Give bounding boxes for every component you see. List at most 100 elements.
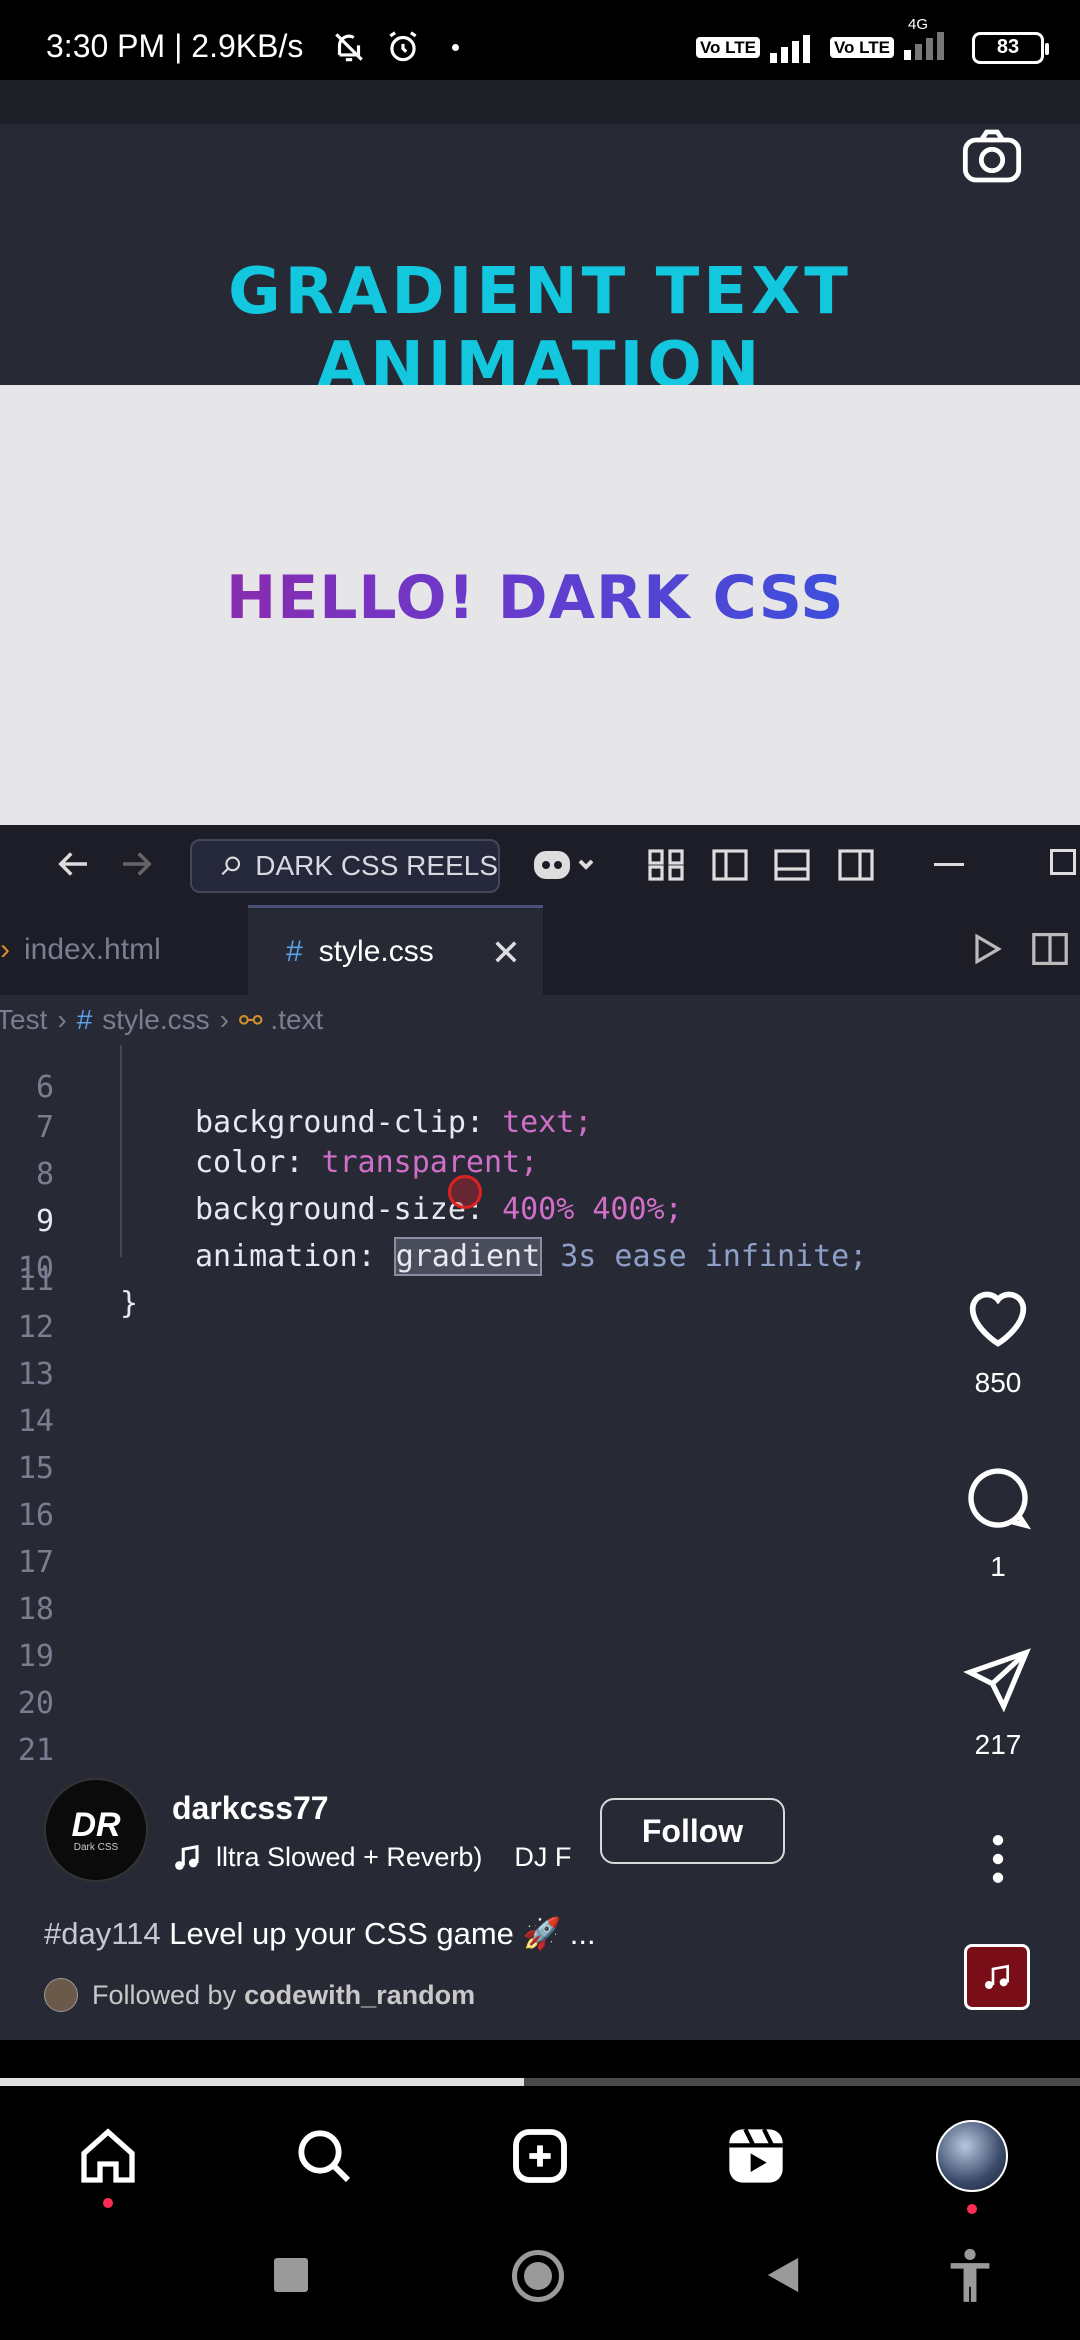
music-note-icon bbox=[175, 1844, 199, 1870]
layout-icon bbox=[646, 845, 686, 885]
line-number: 18 bbox=[17, 1592, 54, 1627]
mute-icon bbox=[330, 28, 368, 71]
back-button[interactable] bbox=[764, 2254, 802, 2301]
split-editor-icon bbox=[1030, 931, 1070, 972]
code-line: 18 bbox=[0, 1592, 1080, 1639]
author-avatar[interactable]: DR Dark CSS bbox=[44, 1778, 148, 1882]
code-line: 17 bbox=[0, 1545, 1080, 1592]
code-line: 11 bbox=[0, 1263, 1080, 1310]
author-logo-sub: Dark CSS bbox=[73, 1841, 119, 1853]
signal-icon-2: 4G bbox=[904, 16, 962, 65]
nav-home[interactable] bbox=[72, 2120, 144, 2208]
follow-button[interactable]: Follow bbox=[600, 1798, 785, 1864]
send-icon bbox=[963, 1648, 1031, 1713]
followed-by[interactable]: Followed by codewith_random bbox=[44, 1978, 475, 2012]
author-logo: DR bbox=[71, 1805, 121, 1844]
nav-reels[interactable] bbox=[720, 2120, 792, 2192]
comment-count: 1 bbox=[990, 1551, 1006, 1582]
caption-hashtag[interactable]: #day114 bbox=[44, 1916, 161, 1951]
alarm-icon bbox=[384, 28, 422, 71]
share-button[interactable]: 217 bbox=[958, 1644, 1038, 1761]
breadcrumb-file: style.css bbox=[102, 1004, 210, 1035]
back-triangle-icon bbox=[767, 2257, 799, 2293]
preview-pane: HELLO! DARK CSS bbox=[0, 385, 1080, 825]
line-number: 21 bbox=[17, 1733, 54, 1768]
notification-dot bbox=[452, 44, 459, 51]
status-bar: 3:30 PM | 2.9KB/s Vo LTE Vo LTE 4G 83 bbox=[0, 0, 1080, 80]
line-number: 20 bbox=[17, 1686, 54, 1721]
breadcrumb-root: Test bbox=[0, 1004, 48, 1035]
reels-icon bbox=[729, 2128, 783, 2183]
nav-create[interactable] bbox=[504, 2120, 576, 2192]
comment-button[interactable]: 1 bbox=[958, 1462, 1038, 1583]
maximize-icon bbox=[1050, 849, 1076, 875]
author-username[interactable]: darkcss77 bbox=[172, 1790, 329, 1827]
tab-style-css: # style.css ✕ bbox=[248, 905, 543, 995]
reel-caption[interactable]: #day114 Level up your CSS game 🚀 ... bbox=[44, 1915, 596, 1952]
line-number: 11 bbox=[17, 1263, 54, 1298]
share-count: 217 bbox=[974, 1729, 1022, 1760]
code-line: 13 bbox=[0, 1357, 1080, 1404]
code-line: 15 bbox=[0, 1451, 1080, 1498]
more-vertical-icon bbox=[992, 1835, 1004, 1883]
music-thumbnail[interactable] bbox=[964, 1944, 1030, 2010]
recent-apps-button[interactable] bbox=[274, 2258, 308, 2292]
preview-text: HELLO! DARK CSS bbox=[226, 563, 845, 633]
run-icon bbox=[968, 931, 1004, 972]
code-line: 16 bbox=[0, 1498, 1080, 1545]
like-button[interactable]: 850 bbox=[958, 1280, 1038, 1399]
chevron-right-icon: › bbox=[0, 933, 10, 966]
code-line: 12 bbox=[0, 1310, 1080, 1357]
volte-badge-2: Vo LTE bbox=[829, 37, 894, 58]
home-icon bbox=[81, 2128, 135, 2183]
editor-titlebar: DARK CSS REELS bbox=[0, 825, 1080, 905]
search-icon bbox=[221, 856, 241, 876]
editor-tabbar: › index.html # style.css ✕ bbox=[0, 905, 1080, 995]
audio-info[interactable]: lltra Slowed + Reverb) DJ F bbox=[172, 1842, 572, 1873]
nav-profile[interactable] bbox=[936, 2120, 1008, 2214]
code-editor: 6 background-clip: text; 7 color: transp… bbox=[0, 1045, 1080, 1885]
toggle-secondary-sidebar-icon bbox=[836, 845, 876, 885]
audio-title: lltra Slowed + Reverb) bbox=[216, 1842, 483, 1872]
tab-index-html: › index.html bbox=[0, 905, 248, 995]
selector-icon: ⚯ bbox=[238, 1004, 263, 1036]
home-button[interactable] bbox=[512, 2250, 564, 2302]
video-progress-fill bbox=[0, 2078, 524, 2086]
line-number: 17 bbox=[17, 1545, 54, 1580]
line-number: 12 bbox=[17, 1310, 54, 1345]
breadcrumb-separator-icon: › bbox=[219, 1004, 229, 1035]
breadcrumb-separator-icon: › bbox=[57, 1004, 67, 1035]
volte-badge-1: Vo LTE bbox=[695, 37, 760, 58]
bottom-nav bbox=[0, 2086, 1080, 2226]
audio-artist: DJ F bbox=[514, 1842, 572, 1872]
status-time: 3:30 PM | 2.9KB/s bbox=[46, 28, 304, 64]
profile-avatar bbox=[936, 2120, 1008, 2192]
tab-index-label: index.html bbox=[24, 933, 161, 966]
tab-style-label: style.css bbox=[318, 934, 434, 968]
comment-icon bbox=[968, 1468, 1032, 1530]
close-icon: ✕ bbox=[490, 932, 521, 973]
video-heading: GRADIENT TEXT ANIMATION bbox=[228, 255, 852, 403]
camera-icon[interactable] bbox=[958, 124, 1026, 188]
signal-icon-1 bbox=[769, 34, 810, 63]
accessibility-icon bbox=[950, 2248, 990, 2302]
code-line: 20 bbox=[0, 1686, 1080, 1733]
nav-search[interactable] bbox=[288, 2120, 360, 2192]
line-number: 15 bbox=[17, 1451, 54, 1486]
code-line: 9 animation: gradient 3s ease infinite; bbox=[0, 1169, 1080, 1276]
code-line: 10 } bbox=[0, 1216, 1080, 1321]
line-number: 13 bbox=[17, 1357, 54, 1392]
line-number: 14 bbox=[17, 1404, 54, 1439]
video-progress-bar[interactable] bbox=[0, 2078, 1080, 2086]
accessibility-button[interactable] bbox=[944, 2248, 996, 2309]
editor-search-label: DARK CSS REELS bbox=[255, 850, 498, 881]
code-line: 21 bbox=[0, 1733, 1080, 1780]
line-number: 19 bbox=[17, 1639, 54, 1674]
css-file-icon: # bbox=[286, 934, 303, 968]
more-options-button[interactable] bbox=[958, 1834, 1038, 1889]
code-line: 7 color: transparent; bbox=[0, 1075, 1080, 1180]
code-line: 8 background-size: 400% 400%; bbox=[0, 1122, 1080, 1227]
reel-video[interactable]: GRADIENT TEXT ANIMATION HELLO! DARK CSS … bbox=[0, 80, 1080, 2040]
followed-by-user: codewith_random bbox=[244, 1979, 476, 2010]
toggle-sidebar-icon bbox=[710, 845, 750, 885]
